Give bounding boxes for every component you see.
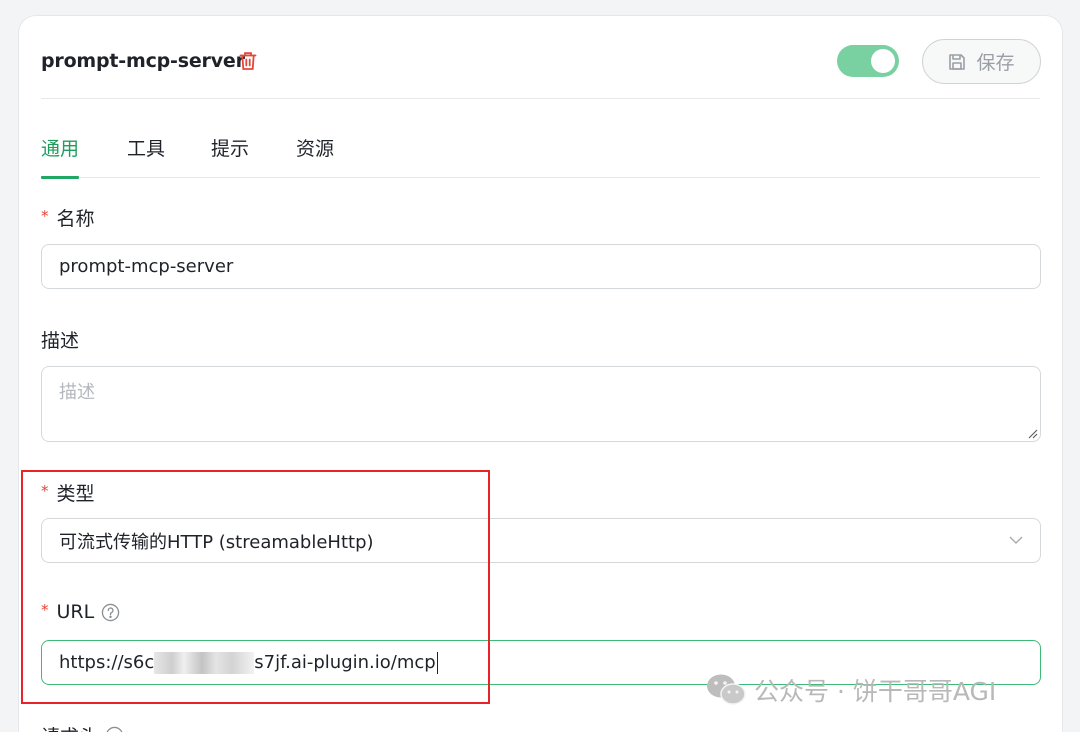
watermark: 公众号 · 饼干哥哥AGI [706, 672, 996, 708]
description-placeholder: 描述 [59, 382, 95, 403]
trash-icon[interactable] [239, 51, 257, 71]
description-label: 描述 [41, 326, 79, 353]
required-asterisk: * [41, 206, 49, 225]
tab-general[interactable]: 通用 [41, 134, 80, 179]
url-label-text: URL [56, 601, 95, 623]
redacted-blur [154, 651, 255, 674]
toggle-knob [871, 49, 895, 73]
save-button[interactable]: 保存 [922, 39, 1041, 84]
required-asterisk: * [41, 601, 49, 619]
name-input[interactable]: prompt-mcp-server [41, 244, 1041, 289]
text-caret [436, 651, 439, 674]
tab-tools[interactable]: 工具 [127, 134, 165, 178]
url-value-prefix: https://s6c [59, 652, 155, 673]
tab-prompts[interactable]: 提示 [211, 134, 249, 178]
save-button-label: 保存 [976, 52, 1015, 74]
headers-label-text: 请求头 [41, 722, 98, 732]
help-icon[interactable] [101, 603, 120, 622]
type-select-value: 可流式传输的HTTP (streamableHttp) [59, 531, 374, 553]
name-input-value: prompt-mcp-server [59, 256, 234, 277]
tab-resources[interactable]: 资源 [296, 134, 334, 178]
enable-toggle[interactable] [837, 45, 899, 77]
type-label-text: 类型 [56, 483, 95, 505]
mcp-server-card: prompt-mcp-server 保存 通用 工具 提示 资源 * 名称 pr… [18, 15, 1063, 732]
name-label: * 名称 [41, 204, 95, 231]
card-header: prompt-mcp-server 保存 [41, 16, 1041, 99]
type-label: * 类型 [41, 479, 95, 506]
url-value-suffix: s7jf.ai-plugin.io/mcp [254, 652, 436, 673]
help-icon[interactable] [105, 726, 124, 732]
wechat-icon [707, 674, 746, 705]
description-label-text: 描述 [41, 330, 80, 352]
description-textarea[interactable]: 描述 [41, 366, 1041, 442]
watermark-text: 公众号 · 饼干哥哥AGI [754, 677, 997, 706]
url-label: * URL [41, 601, 120, 623]
server-name-title: prompt-mcp-server [41, 50, 245, 72]
resize-handle-icon[interactable] [1026, 427, 1038, 439]
save-icon [949, 53, 966, 70]
name-label-text: 名称 [56, 208, 95, 230]
chevron-down-icon [1009, 536, 1023, 544]
tab-bar: 通用 工具 提示 资源 [41, 128, 1040, 179]
type-select[interactable]: 可流式传输的HTTP (streamableHttp) [41, 518, 1041, 563]
headers-label: 请求头 [41, 722, 124, 732]
required-asterisk: * [41, 481, 49, 500]
